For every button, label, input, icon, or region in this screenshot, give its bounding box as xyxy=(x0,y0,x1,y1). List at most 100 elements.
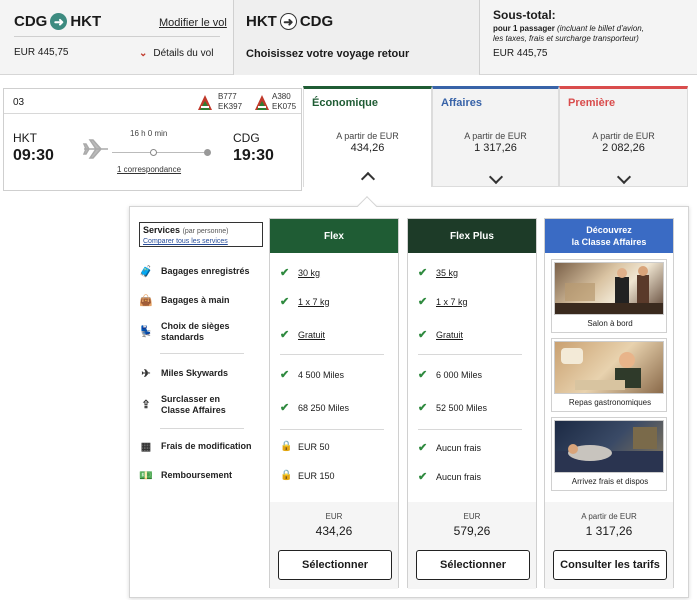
flex-cabin-bag: ✔ 1 x 7 kg xyxy=(280,296,330,308)
route-line xyxy=(112,152,210,153)
service-label: Frais de modification xyxy=(161,441,252,451)
flex-change-fee: 🔒 EUR 50 xyxy=(280,441,330,452)
flexplus-miles: ✔ 6 000 Miles xyxy=(418,369,483,381)
flex-footer: EUR 434,26 Sélectionner xyxy=(270,502,398,589)
fare-amount: 1 317,26 xyxy=(474,142,517,154)
flight-number-2: EK075 xyxy=(272,102,297,111)
outbound-price: EUR 445,75 xyxy=(14,47,69,58)
chevron-down-icon[interactable] xyxy=(560,169,687,187)
aircraft-type-1: B777 xyxy=(218,92,237,101)
fare-amount: 434,26 xyxy=(350,142,385,154)
lock-icon: 🔒 xyxy=(280,441,293,452)
service-label: Miles Skywards xyxy=(161,368,229,378)
plane-miles-icon: ✈ xyxy=(141,367,151,380)
onboard-lounge-image xyxy=(554,262,664,315)
divider xyxy=(4,113,301,114)
view-business-fares-button[interactable]: Consulter les tarifs xyxy=(553,550,667,580)
promo-card-dining[interactable]: Repas gastronomiques xyxy=(551,338,667,412)
check-icon: ✔ xyxy=(280,369,290,381)
divider xyxy=(418,354,522,355)
divider xyxy=(160,353,244,354)
segment-2: A380 EK075 xyxy=(272,92,296,112)
service-row-miles: ✈ Miles Skywards xyxy=(139,367,254,380)
select-flex-button[interactable]: Sélectionner xyxy=(278,550,392,580)
stop-marker xyxy=(150,149,157,156)
chevron-down-icon[interactable] xyxy=(433,169,558,187)
flex-fare-column: Flex ✔ 30 kg ✔ 1 x 7 kg ✔ Gratuit ✔ 4 500 Mi… xyxy=(269,218,399,589)
service-row-change-fee: ▦ Frais de modification xyxy=(139,440,254,453)
arrival-code: CDG xyxy=(233,131,260,145)
flex-price: 434,26 xyxy=(315,524,353,538)
cabin-bag-icon: 👜 xyxy=(139,294,153,307)
check-icon: ✔ xyxy=(418,471,428,483)
flight-number-1: EK397 xyxy=(218,102,243,111)
arrive-refreshed-image xyxy=(554,420,664,473)
flexplus-refund: ✔ Aucun frais xyxy=(418,471,482,483)
chevron-up-icon[interactable] xyxy=(304,169,431,189)
subtotal-title: Sous-total: xyxy=(493,8,556,22)
check-icon: ✔ xyxy=(280,267,290,279)
flex-checked-bag: ✔ 30 kg xyxy=(280,267,321,279)
arrow-right-icon: ➜ xyxy=(279,13,297,30)
fare-first[interactable]: Première A partir de EUR 2 082,26 xyxy=(559,86,688,187)
service-label: Bagages enregistrés xyxy=(161,266,250,276)
upgrade-icon: ⇪ xyxy=(141,398,151,411)
divider xyxy=(280,354,384,355)
services-title: Services xyxy=(143,225,181,235)
select-flexplus-button[interactable]: Sélectionner xyxy=(416,550,530,580)
arrival-marker xyxy=(204,149,211,156)
business-promo-title: Découvrez la Classe Affaires xyxy=(545,219,673,253)
flex-miles: ✔ 4 500 Miles xyxy=(280,369,345,381)
check-icon: ✔ xyxy=(280,402,290,414)
service-label: Remboursement xyxy=(161,470,233,480)
flight-details-toggle[interactable]: ⌄ Détails du vol xyxy=(139,48,213,59)
service-label: Surclasser en Classe Affaires xyxy=(161,394,226,415)
services-header: Services (par personne) Comparer tous le… xyxy=(139,222,263,247)
return-route: HKT ➜ CDG xyxy=(246,13,333,30)
check-icon: ✔ xyxy=(418,329,428,341)
divider xyxy=(160,428,244,429)
business-promo-column: Découvrez la Classe Affaires Salon à bor… xyxy=(544,218,674,589)
checked-bag-icon: 🧳 xyxy=(139,265,153,278)
flexplus-cabin-bag: ✔ 1 x 7 kg xyxy=(418,296,468,308)
compare-services-link[interactable]: Comparer tous les services xyxy=(143,237,259,247)
check-icon: ✔ xyxy=(418,442,428,454)
promo-card-lounge[interactable]: Salon à bord xyxy=(551,259,667,333)
outbound-origin: CDG xyxy=(14,13,48,30)
airplane-icon xyxy=(82,139,110,159)
flight-card[interactable]: 03 B777 EK397 A380 EK075 HKT 09:30 16 h … xyxy=(3,88,302,191)
divider xyxy=(280,429,384,430)
arrival-time: 19:30 xyxy=(233,147,274,164)
fare-economy[interactable]: Économique A partir de EUR 434,26 xyxy=(303,86,432,187)
lock-icon: 🔒 xyxy=(280,470,293,481)
service-row-refund: 💵 Remboursement xyxy=(139,469,254,482)
service-row-upgrade: ⇪ Surclasser en Classe Affaires xyxy=(139,394,254,416)
chevron-down-icon: ⌄ xyxy=(139,48,148,59)
segment-1: B777 EK397 xyxy=(218,92,242,112)
flexplus-footer: EUR 579,26 Sélectionner xyxy=(408,502,536,589)
fare-from-label: A partir de EUR xyxy=(592,131,655,141)
business-from-label: A partir de EUR xyxy=(581,512,637,521)
outbound-summary: CDG ➜ HKT Modifier le vol EUR 445,75 ⌄ D… xyxy=(0,0,234,75)
divider xyxy=(418,429,522,430)
connections-link[interactable]: 1 correspondance xyxy=(117,165,181,174)
promo-card-rest[interactable]: Arrivez frais et dispos xyxy=(551,417,667,491)
money-icon: 💵 xyxy=(139,469,153,482)
arrow-right-icon: ➜ xyxy=(50,13,68,30)
modify-flight-link[interactable]: Modifier le vol xyxy=(159,17,227,29)
outbound-destination: HKT xyxy=(70,13,102,30)
service-row-cabin-bag: 👜 Bagages à main xyxy=(139,294,254,307)
flexplus-fare-column: Flex Plus ✔ 35 kg ✔ 1 x 7 kg ✔ Gratuit ✔ 6 0… xyxy=(407,218,537,589)
departure-code: HKT xyxy=(13,131,37,145)
business-price: 1 317,26 xyxy=(585,524,633,538)
subtotal-note: pour 1 passager (incluant le billet d'av… xyxy=(493,24,644,33)
service-row-seat: 💺 Choix de sièges standards xyxy=(139,321,254,343)
flexplus-title: Flex Plus xyxy=(408,219,536,253)
flexplus-price: 579,26 xyxy=(453,524,491,538)
subtotal-summary: Sous-total: pour 1 passager (incluant le… xyxy=(480,0,697,75)
promo-caption: Arrivez frais et dispos xyxy=(571,477,649,486)
fare-business[interactable]: Affaires A partir de EUR 1 317,26 xyxy=(432,86,559,187)
flex-refund: 🔒 EUR 150 xyxy=(280,470,335,481)
check-icon: ✔ xyxy=(418,296,428,308)
service-label: Choix de sièges standards xyxy=(161,321,230,342)
